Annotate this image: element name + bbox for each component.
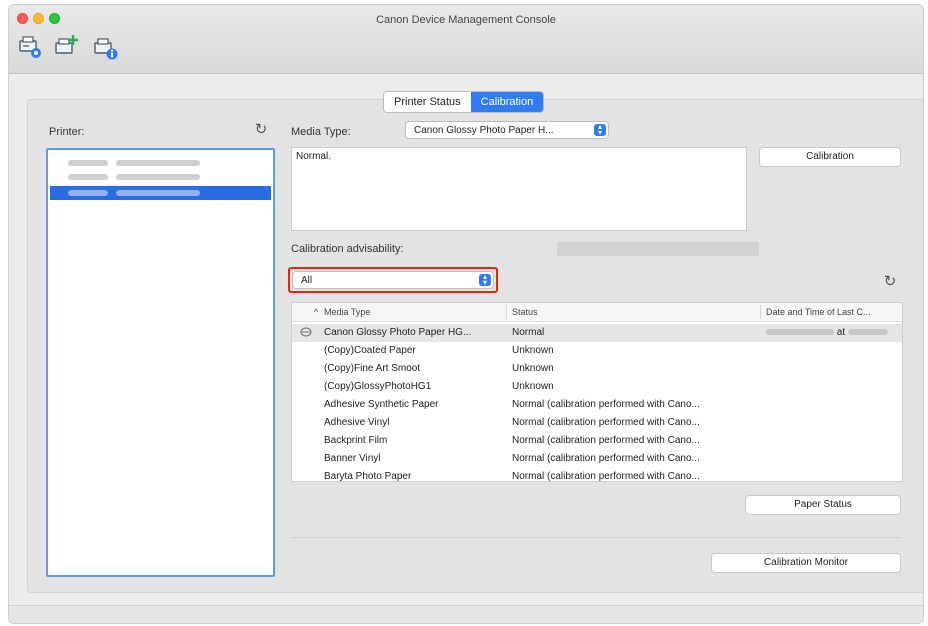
printer-settings-icon[interactable] [17, 33, 43, 63]
add-printer-icon[interactable] [53, 33, 79, 63]
calibration-monitor-button[interactable]: Calibration Monitor [711, 553, 901, 573]
status-cell: Unknown [512, 345, 554, 356]
calibration-advisability-label: Calibration advisability: [291, 243, 404, 255]
status-cell: Unknown [512, 363, 554, 374]
table-row[interactable]: Canon Glossy Photo Paper HG... Normal at [292, 324, 902, 342]
table-row[interactable]: Baryta Photo Paper Normal (calibration p… [292, 468, 902, 482]
last-calibration-at: at [836, 327, 846, 338]
paper-status-button[interactable]: Paper Status [745, 495, 901, 515]
column-header-media-type[interactable]: Media Type [324, 307, 370, 317]
printer-media-icon [300, 326, 314, 341]
sort-ascending-icon: ^ [314, 307, 319, 317]
table-row[interactable]: Backprint Film Normal (calibration perfo… [292, 432, 902, 450]
last-calibration-cell: at [766, 327, 896, 338]
table-row[interactable]: (Copy)GlossyPhotoHG1 Unknown [292, 378, 902, 396]
calibration-advisability-bar [557, 242, 759, 256]
media-status-table: ^ Media Type Status Date and Time of Las… [291, 302, 903, 482]
media-type-cell: Canon Glossy Photo Paper HG... [324, 327, 472, 338]
refresh-media-list-icon[interactable]: ↻ [881, 273, 899, 291]
status-cell: Normal (calibration performed with Cano.… [512, 399, 700, 410]
table-row[interactable]: (Copy)Fine Art Smoot Unknown [292, 360, 902, 378]
media-type-cell: (Copy)Fine Art Smoot [324, 363, 421, 374]
media-filter-select[interactable]: All ▴ ▾ [292, 271, 494, 289]
status-cell: Normal [512, 327, 545, 338]
media-type-select-value: Canon Glossy Photo Paper H... [414, 125, 554, 136]
media-description-box: Normal. [291, 147, 747, 231]
column-header-last-calibration[interactable]: Date and Time of Last C... [766, 307, 871, 317]
title-bar: Canon Device Management Console [9, 5, 923, 74]
calibration-button[interactable]: Calibration [759, 147, 901, 167]
select-stepper-icon: ▴ ▾ [594, 123, 606, 137]
media-type-cell: Baryta Photo Paper [324, 471, 412, 482]
table-header: ^ Media Type Status Date and Time of Las… [292, 303, 902, 322]
printer-list[interactable] [46, 148, 275, 577]
media-type-cell: (Copy)Coated Paper [324, 345, 416, 356]
media-type-cell: (Copy)GlossyPhotoHG1 [324, 381, 432, 392]
select-stepper-icon: ▴ ▾ [479, 273, 491, 287]
window-title: Canon Device Management Console [376, 14, 556, 26]
media-filter-select-value: All [301, 275, 313, 286]
media-type-cell: Adhesive Synthetic Paper [324, 399, 439, 410]
column-separator [760, 305, 761, 319]
printer-info-icon[interactable] [93, 33, 119, 63]
table-row[interactable]: (Copy)Coated Paper Unknown [292, 342, 902, 360]
view-tab-control: Printer Status Calibration [383, 91, 545, 113]
refresh-printers-icon[interactable]: ↻ [252, 121, 270, 139]
media-type-cell: Banner Vinyl [324, 453, 381, 464]
window-bottom-bar [9, 605, 923, 623]
tab-printer-status[interactable]: Printer Status [384, 92, 471, 112]
table-row[interactable]: Adhesive Vinyl Normal (calibration perfo… [292, 414, 902, 432]
table-row[interactable]: Banner Vinyl Normal (calibration perform… [292, 450, 902, 468]
printer-list-item[interactable] [50, 170, 271, 184]
printer-list-item-selected[interactable] [50, 186, 271, 200]
column-separator [506, 305, 507, 319]
column-header-status[interactable]: Status [512, 307, 538, 317]
app-window: Canon Device Management Console Printer … [8, 4, 924, 624]
status-cell: Normal (calibration performed with Cano.… [512, 417, 700, 428]
printer-label: Printer: [49, 126, 85, 138]
status-cell: Unknown [512, 381, 554, 392]
media-type-label: Media Type: [291, 126, 351, 138]
table-row[interactable]: Adhesive Synthetic Paper Normal (calibra… [292, 396, 902, 414]
media-type-cell: Backprint Film [324, 435, 388, 446]
tab-calibration[interactable]: Calibration [470, 92, 544, 112]
section-divider [291, 537, 901, 538]
printer-list-item[interactable] [50, 156, 271, 170]
status-cell: Normal (calibration performed with Cano.… [512, 453, 700, 464]
media-type-cell: Adhesive Vinyl [324, 417, 390, 428]
status-cell: Normal (calibration performed with Cano.… [512, 471, 700, 482]
status-cell: Normal (calibration performed with Cano.… [512, 435, 700, 446]
media-type-select[interactable]: Canon Glossy Photo Paper H... ▴ ▾ [405, 121, 609, 139]
